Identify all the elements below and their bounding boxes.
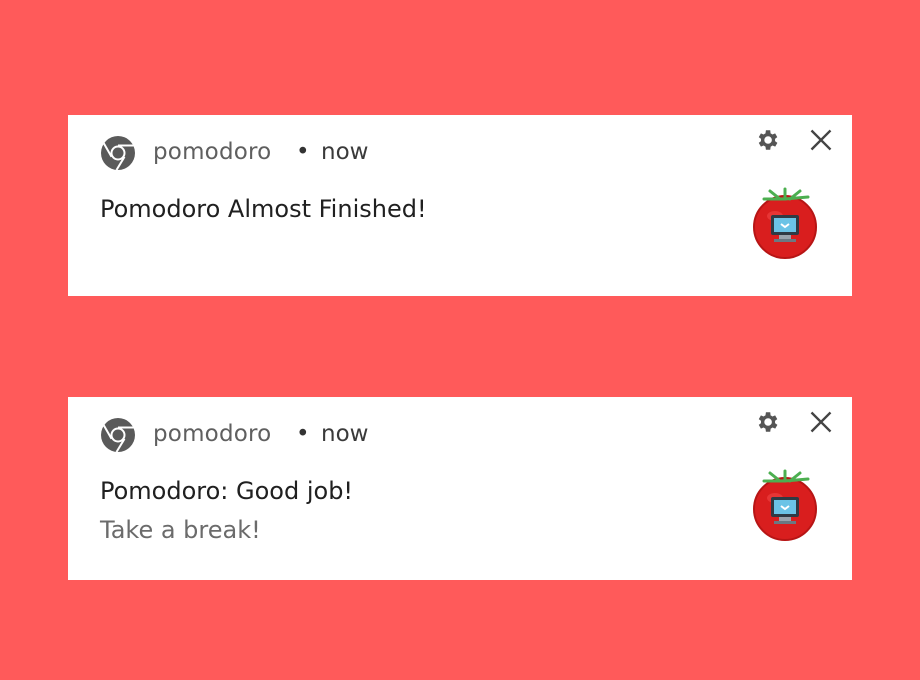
notification-time: now xyxy=(321,139,369,165)
separator-dot: • xyxy=(296,139,310,165)
close-icon[interactable] xyxy=(808,127,834,153)
gear-icon[interactable] xyxy=(754,127,780,153)
notification-almost-finished[interactable]: pomodoro • now Pomodoro Almost Finished! xyxy=(68,115,852,296)
chrome-icon xyxy=(101,136,135,171)
tomato-icon xyxy=(753,469,817,541)
gear-icon[interactable] xyxy=(754,409,780,435)
notification-message: Take a break! xyxy=(100,516,261,544)
notification-time: now xyxy=(321,421,369,447)
notification-good-job[interactable]: pomodoro • now Pomodoro: Good job! Take … xyxy=(68,397,852,580)
app-name: pomodoro xyxy=(153,139,272,165)
notification-title: Pomodoro Almost Finished! xyxy=(100,195,427,223)
separator-dot: • xyxy=(296,421,310,447)
app-name: pomodoro xyxy=(153,421,272,447)
chrome-icon xyxy=(101,418,135,453)
notification-header: pomodoro • now xyxy=(68,417,852,453)
notification-title: Pomodoro: Good job! xyxy=(100,477,354,505)
close-icon[interactable] xyxy=(808,409,834,435)
notification-header: pomodoro • now xyxy=(68,135,852,171)
tomato-icon xyxy=(753,187,817,259)
